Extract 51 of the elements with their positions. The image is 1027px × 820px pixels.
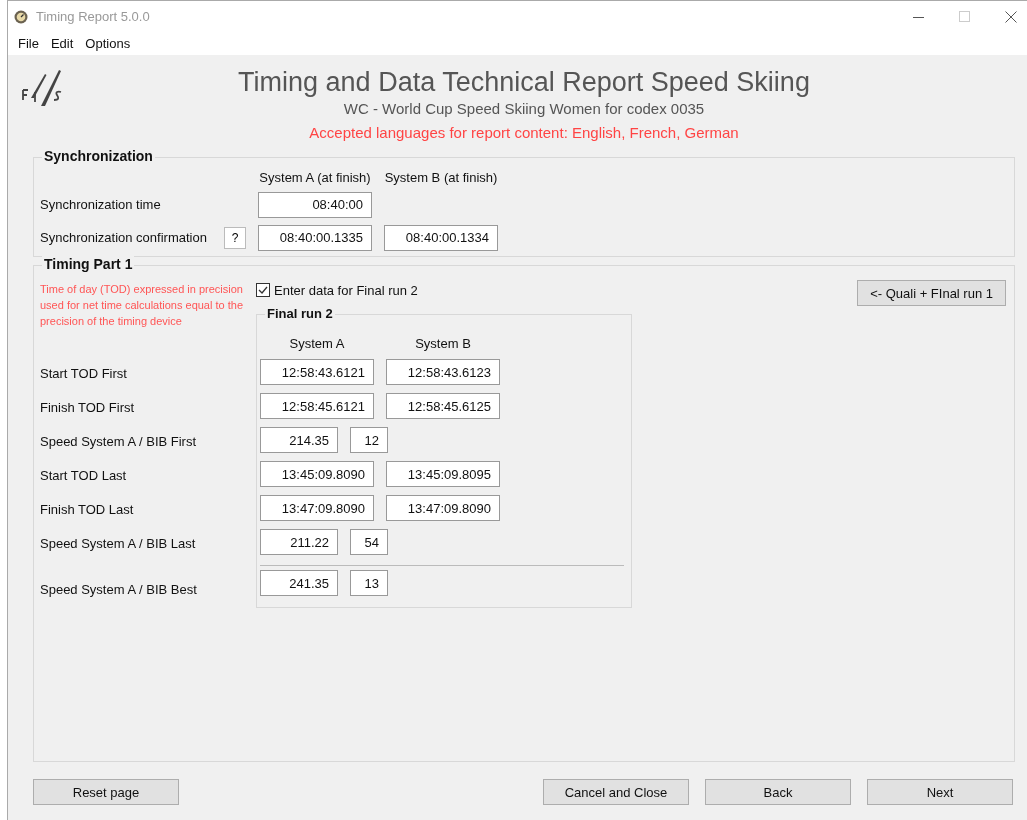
field-label: Finish TOD First [40, 399, 135, 415]
help-button[interactable]: ? [224, 226, 246, 249]
window-title: Timing Report 5.0.0 [36, 9, 150, 24]
time-field[interactable]: 12:58:45.6121 [260, 393, 374, 419]
time-field[interactable]: 08:40:00.1335 [258, 224, 372, 251]
footer-button[interactable]: Cancel and Close [543, 779, 689, 805]
time-field[interactable]: 08:40:00.1334 [384, 224, 498, 251]
field-label: Start TOD Last [40, 467, 127, 483]
time-field[interactable]: 08:40:00 [258, 191, 372, 218]
footer-button[interactable]: Back [705, 779, 851, 805]
column-header: System A [288, 335, 346, 351]
group-legend: Final run 2 [265, 306, 335, 321]
speed-field[interactable]: 211.22 [260, 529, 338, 555]
menu-item[interactable]: Edit [50, 36, 74, 51]
field-label: Start TOD First [40, 365, 127, 381]
footer-button[interactable]: Next [867, 779, 1013, 805]
time-field[interactable]: 13:45:09.8095 [386, 461, 500, 487]
group-legend: Synchronization [42, 148, 155, 164]
column-header: System B [414, 335, 472, 351]
speed-field[interactable]: 214.35 [260, 427, 338, 453]
group-legend: Timing Part 1 [42, 256, 135, 272]
field-label: Finish TOD Last [40, 501, 134, 517]
bib-field[interactable]: 12 [350, 427, 388, 453]
checkbox-label[interactable]: Enter data for Final run 2 [274, 282, 418, 298]
time-field[interactable]: 12:58:43.6121 [260, 359, 374, 385]
time-field[interactable]: 12:58:45.6125 [386, 393, 500, 419]
field-label: Synchronization confirmation [40, 230, 207, 245]
column-header: System B (at finish) [384, 169, 498, 185]
reset-button[interactable]: Reset page [33, 779, 179, 805]
time-field[interactable]: 13:47:09.8090 [260, 495, 374, 521]
bib-field[interactable]: 54 [350, 529, 388, 555]
time-field[interactable]: 13:45:09.8090 [260, 461, 374, 487]
app-logo-icon [14, 9, 28, 24]
languages-note: Accepted languages for report content: English, French, German [309, 124, 739, 141]
time-field[interactable]: 13:47:09.8090 [386, 495, 500, 521]
close-icon[interactable] [1005, 10, 1017, 23]
report-subtitle: WC - World Cup Speed Skiing Women for codex 0035 [343, 100, 705, 117]
time-field[interactable]: 12:58:43.6123 [386, 359, 500, 385]
bib-field[interactable]: 13 [350, 570, 388, 596]
column-header: System A (at finish) [258, 169, 372, 185]
menu-item[interactable]: File [18, 36, 39, 51]
precision-note: Time of day (TOD) expressed in precision used for net time calculations equal to the precision of the timing device [40, 282, 244, 329]
menu-item[interactable]: Options [85, 36, 131, 51]
checkbox[interactable] [256, 283, 270, 297]
field-label: Speed System A / BIB First [40, 433, 197, 449]
field-label: Speed System A / BIB Last [40, 535, 196, 551]
field-label: Speed System A / BIB Best [40, 581, 197, 597]
report-title: Timing and Data Technical Report Speed Skiing [238, 67, 810, 98]
field-label: Synchronization time [40, 197, 161, 212]
quali-run-button[interactable]: <- Quali + FInal run 1 [857, 280, 1006, 306]
speed-field[interactable]: 241.35 [260, 570, 338, 596]
